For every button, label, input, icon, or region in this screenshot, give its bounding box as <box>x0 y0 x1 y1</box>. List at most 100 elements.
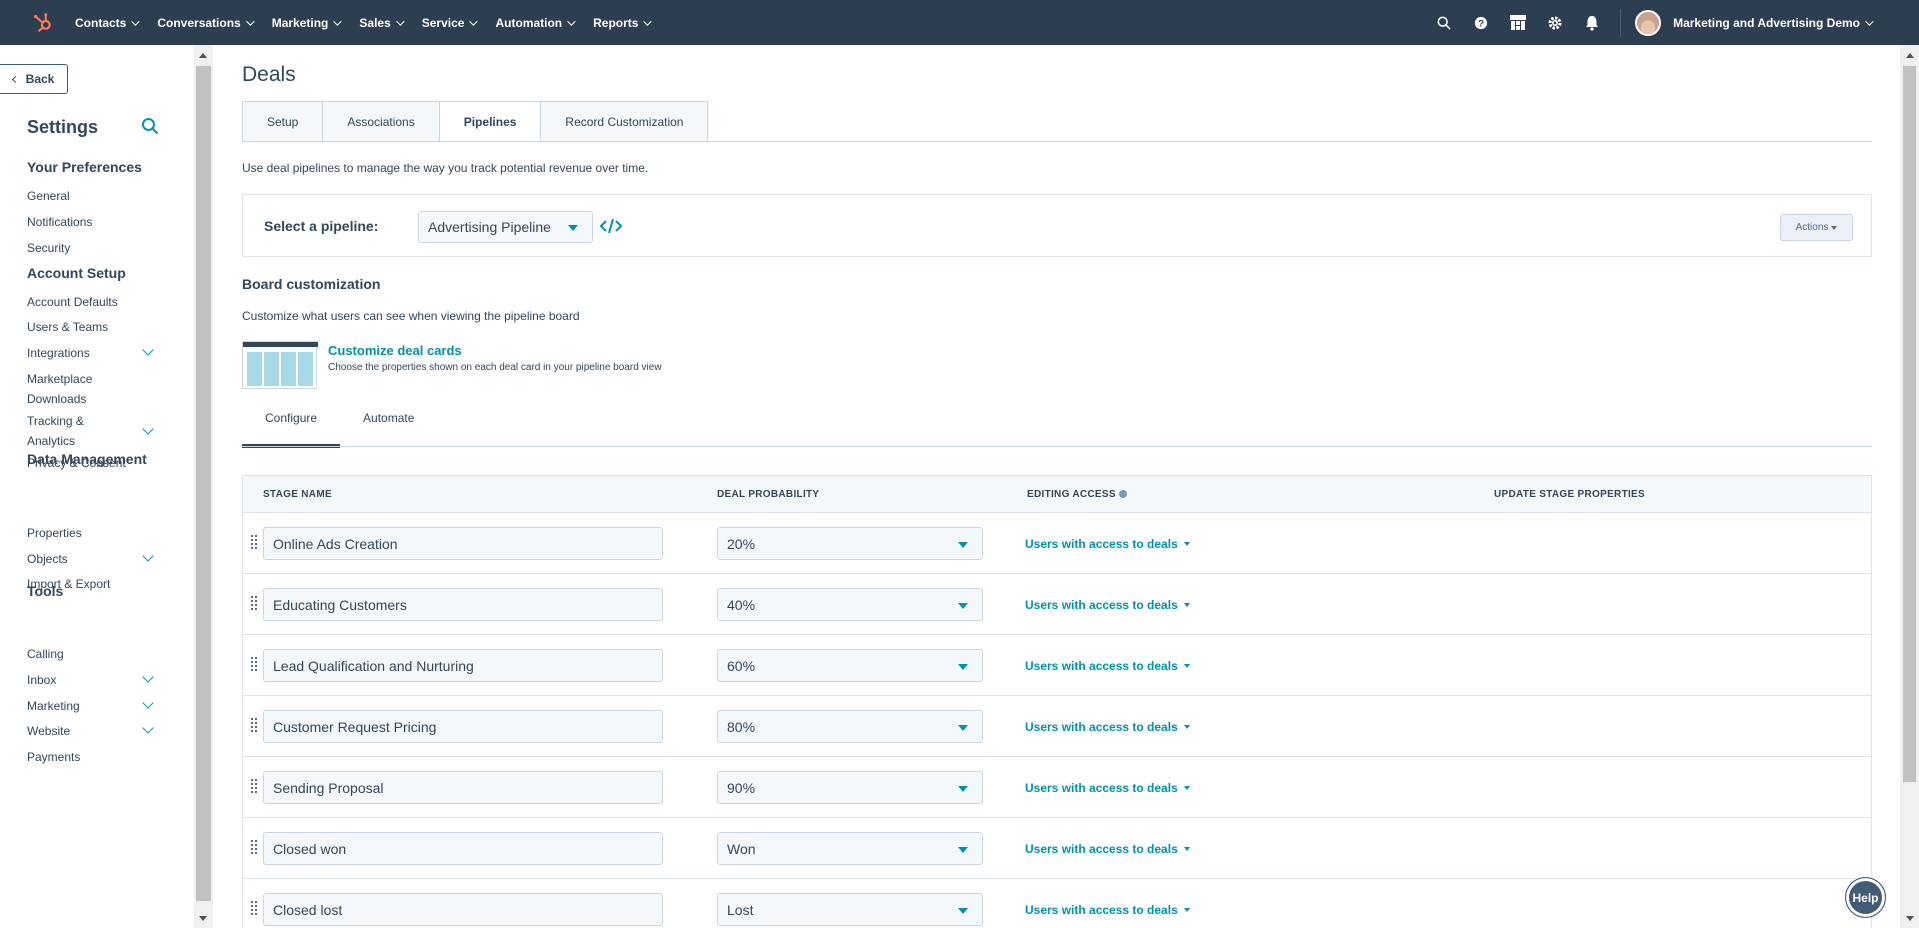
deal-probability-dropdown[interactable]: Lost <box>717 893 983 926</box>
drag-handle-icon[interactable] <box>251 840 257 856</box>
sidebar-item-inbox[interactable]: Inbox <box>27 670 152 690</box>
search-icon[interactable] <box>1425 0 1462 45</box>
deal-probability-value: 90% <box>727 779 756 796</box>
embed-code-icon[interactable] <box>599 217 623 235</box>
tab-pipelines[interactable]: Pipelines <box>438 101 542 142</box>
stage-name-input[interactable]: Lead Qualification and Nurturing <box>263 649 663 682</box>
stage-name-value: Customer Request Pricing <box>273 718 437 735</box>
chevron-down-icon[interactable] <box>142 423 154 435</box>
stage-name-input[interactable]: Online Ads Creation <box>263 527 663 560</box>
caret-down-icon <box>958 603 968 609</box>
stage-name-input[interactable]: Sending Proposal <box>263 771 663 804</box>
subtabs-divider <box>242 446 1872 447</box>
table-row: Sending Proposal 90% Users with access to … <box>243 757 1871 818</box>
scroll-up-arrow-icon[interactable] <box>199 53 207 58</box>
drag-handle-icon[interactable] <box>251 779 257 795</box>
sidebar-section-your-preferences: Your Preferences <box>27 159 142 175</box>
sidebar-item-payments[interactable]: Payments <box>27 747 152 767</box>
help-circle-icon[interactable]: ? <box>1462 0 1499 45</box>
customize-deal-cards-link[interactable]: Customize deal cards <box>328 343 462 358</box>
avatar[interactable] <box>1635 9 1662 36</box>
editing-access-dropdown[interactable]: Users with access to deals <box>1025 720 1190 734</box>
stage-name-input[interactable]: Closed won <box>263 832 663 865</box>
drag-handle-icon[interactable] <box>251 718 257 734</box>
caret-down-icon <box>1183 603 1190 607</box>
sidebar-scrollbar-thumb[interactable] <box>196 66 211 901</box>
settings-sidebar: Back Settings Your Preferences General Not… <box>0 45 194 928</box>
deal-probability-dropdown[interactable]: 20% <box>717 527 983 560</box>
caret-down-icon <box>568 225 578 231</box>
stage-name-value: Lead Qualification and Nurturing <box>273 657 474 674</box>
deal-probability-dropdown[interactable]: 80% <box>717 710 983 743</box>
tab-associations[interactable]: Associations <box>322 101 440 142</box>
drag-handle-icon[interactable] <box>251 657 257 673</box>
scroll-down-arrow-icon[interactable] <box>199 916 207 921</box>
sidebar-item-general[interactable]: General <box>27 186 152 206</box>
editing-access-dropdown[interactable]: Users with access to deals <box>1025 842 1190 856</box>
tab-setup[interactable]: Setup <box>242 101 324 142</box>
drag-handle-icon[interactable] <box>251 535 257 551</box>
sidebar-item-marketing[interactable]: Marketing <box>27 696 152 716</box>
sidebar-item-calling[interactable]: Calling <box>27 644 152 664</box>
nav-menu-sales[interactable]: Sales <box>359 16 405 30</box>
nav-menu-marketing[interactable]: Marketing <box>272 16 343 30</box>
pipeline-dropdown[interactable]: Advertising Pipeline <box>418 211 593 243</box>
bell-icon[interactable] <box>1573 0 1610 45</box>
stage-name-input[interactable]: Educating Customers <box>263 588 663 621</box>
help-button[interactable]: Help <box>1845 877 1886 918</box>
subtab-automate[interactable]: Automate <box>340 408 437 448</box>
info-icon[interactable] <box>1118 490 1127 498</box>
board-customization-title: Board customization <box>242 276 381 292</box>
editing-access-dropdown[interactable]: Users with access to deals <box>1025 659 1190 673</box>
caret-down-icon <box>1183 542 1190 546</box>
col-editing-access: EDITING ACCESS <box>1027 489 1127 500</box>
actions-button[interactable]: Actions <box>1780 214 1853 241</box>
scroll-down-arrow-icon[interactable] <box>1906 916 1914 921</box>
editing-access-dropdown[interactable]: Users with access to deals <box>1025 537 1190 551</box>
editing-access-dropdown[interactable]: Users with access to deals <box>1025 598 1190 612</box>
scroll-up-arrow-icon[interactable] <box>1906 53 1914 58</box>
editing-access-dropdown[interactable]: Users with access to deals <box>1025 903 1190 917</box>
tab-record-customization[interactable]: Record Customization <box>540 101 709 142</box>
sidebar-item-objects[interactable]: Objects <box>27 549 152 569</box>
caret-down-icon <box>958 542 968 548</box>
deal-probability-value: 40% <box>727 596 756 613</box>
sidebar-item-tracking-analytics[interactable]: Tracking & Analytics <box>27 411 122 451</box>
chevron-down-icon <box>1865 16 1874 26</box>
sidebar-item-security[interactable]: Security <box>27 238 152 258</box>
page-scrollbar-thumb[interactable] <box>1903 66 1916 782</box>
nav-menu-contacts[interactable]: Contacts <box>75 16 141 30</box>
deal-probability-dropdown[interactable]: 60% <box>717 649 983 682</box>
account-menu[interactable]: Marketing and Advertising Demo <box>1673 16 1874 30</box>
nav-menu-reports[interactable]: Reports <box>593 16 653 30</box>
deal-probability-value: Lost <box>727 901 754 918</box>
editing-access-dropdown[interactable]: Users with access to deals <box>1025 781 1190 795</box>
nav-menu-conversations[interactable]: Conversations <box>157 16 255 30</box>
deal-probability-dropdown[interactable]: 40% <box>717 588 983 621</box>
hubspot-logo-icon[interactable] <box>31 11 55 35</box>
back-button[interactable]: Back <box>0 64 68 94</box>
drag-handle-icon[interactable] <box>251 596 257 612</box>
editing-access-value: Users with access to deals <box>1025 659 1178 673</box>
stage-name-input[interactable]: Customer Request Pricing <box>263 710 663 743</box>
deal-probability-dropdown[interactable]: Won <box>717 832 983 865</box>
gear-icon[interactable] <box>1536 0 1573 45</box>
editing-access-value: Users with access to deals <box>1025 903 1178 917</box>
sidebar-item-website[interactable]: Website <box>27 721 152 741</box>
subtab-configure[interactable]: Configure <box>242 408 341 448</box>
caret-down-icon <box>1183 847 1190 851</box>
sidebar-item-integrations[interactable]: Integrations <box>27 343 152 363</box>
sidebar-item-marketplace-downloads[interactable]: Marketplace Downloads <box>27 369 122 409</box>
sidebar-item-notifications[interactable]: Notifications <box>27 212 152 232</box>
drag-handle-icon[interactable] <box>251 901 257 917</box>
sidebar-item-users-teams[interactable]: Users & Teams <box>27 317 152 337</box>
sidebar-item-properties[interactable]: Properties <box>27 523 152 543</box>
stage-name-input[interactable]: Closed lost <box>263 893 663 926</box>
nav-menu-service[interactable]: Service <box>422 16 479 30</box>
sidebar-item-account-defaults[interactable]: Account Defaults <box>27 292 152 312</box>
nav-menu-automation[interactable]: Automation <box>495 16 576 30</box>
caret-down-icon <box>958 725 968 731</box>
deal-probability-dropdown[interactable]: 90% <box>717 771 983 804</box>
search-icon[interactable] <box>141 117 161 137</box>
marketplace-icon[interactable] <box>1499 0 1536 45</box>
